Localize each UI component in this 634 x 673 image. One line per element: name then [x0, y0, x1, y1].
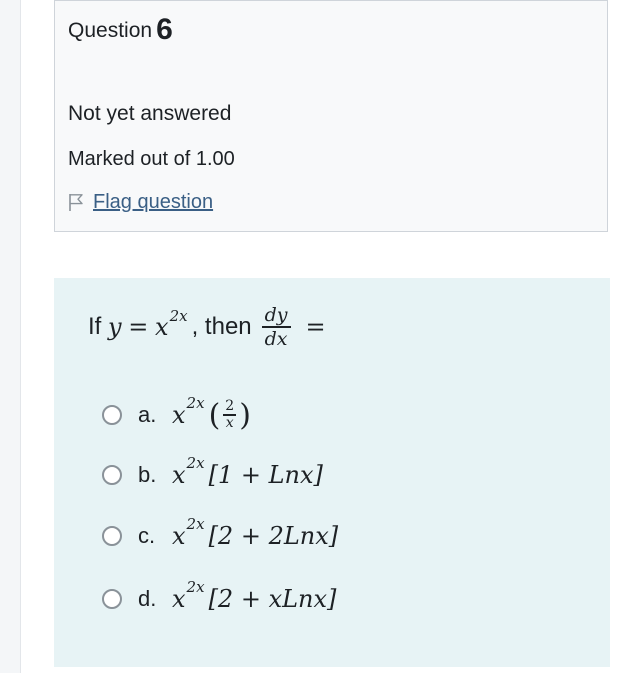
question-tail-equals: =	[305, 313, 326, 341]
option-c-exponent: 2x	[186, 515, 205, 533]
question-info-box: Question 6 Not yet answered Marked out of…	[54, 0, 608, 232]
option-c-expression: [2 + 2Lnx]	[208, 522, 339, 550]
question-prefix: If	[88, 313, 102, 340]
option-a-base: x	[172, 401, 186, 429]
option-d-letter: d.	[138, 586, 157, 611]
left-rail	[0, 0, 21, 673]
question-text: If y = x 2x, then dy dx =	[88, 302, 326, 352]
option-a-radio[interactable]	[102, 405, 122, 425]
question-state: Not yet answered	[68, 102, 232, 125]
option-c-answer: x 2x [2 + 2Lnx]	[172, 515, 339, 550]
derivative-fraction: dy dx	[261, 304, 291, 350]
flag-icon	[69, 194, 83, 211]
option-c-letter: c.	[138, 523, 156, 548]
option-a-exponent: 2x	[186, 394, 205, 412]
option-d-exponent: 2x	[186, 578, 205, 596]
option-a-fraction: 2 x	[223, 398, 237, 431]
option-b-exponent: 2x	[186, 454, 205, 472]
derivative-numerator: dy	[264, 304, 288, 327]
question-title: Question 6	[68, 13, 173, 47]
option-b-answer: x 2x [1 + Lnx]	[172, 454, 323, 489]
derivative-denominator: dx	[264, 327, 288, 350]
question-equals: =	[128, 313, 149, 341]
option-c-radio[interactable]	[102, 526, 122, 546]
question-exponent: 2x	[169, 307, 188, 325]
option-a[interactable]: a. x 2x ( 2 x )	[102, 394, 251, 435]
question-mid: , then	[191, 313, 252, 340]
option-d-answer: x 2x [2 + xLnx]	[172, 578, 337, 613]
option-d-radio[interactable]	[102, 589, 122, 609]
option-b-letter: b.	[138, 462, 157, 487]
option-b-base: x	[172, 461, 186, 489]
option-c-base: x	[172, 522, 186, 550]
option-a-open-paren: (	[208, 397, 221, 433]
option-a-frac-denominator: x	[225, 414, 234, 431]
option-b-radio[interactable]	[102, 465, 122, 485]
question-base: x	[155, 313, 169, 341]
flag-question-label[interactable]: Flag question	[93, 191, 213, 214]
option-d-base: x	[172, 585, 186, 613]
question-lhs: y	[108, 313, 122, 341]
option-d-expression: [2 + xLnx]	[208, 585, 337, 613]
question-label: Question	[68, 19, 153, 42]
option-a-letter: a.	[138, 402, 157, 427]
option-b-expression: [1 + Lnx]	[208, 461, 323, 489]
option-a-answer: x 2x ( 2 x )	[172, 394, 251, 433]
option-b[interactable]: b. x 2x [1 + Lnx]	[102, 454, 323, 495]
option-c[interactable]: c. x 2x [2 + 2Lnx]	[102, 515, 339, 556]
option-d[interactable]: d. x 2x [2 + xLnx]	[102, 578, 337, 619]
question-grade: Marked out of 1.00	[68, 148, 235, 170]
question-number: 6	[156, 13, 173, 46]
question-content: If y = x 2x, then dy dx = a. x 2x ( 2 x ) …	[54, 278, 610, 667]
option-a-close-paren: )	[239, 397, 251, 433]
option-a-frac-numerator: 2	[225, 398, 235, 415]
flag-question-link[interactable]: Flag question	[68, 191, 213, 214]
